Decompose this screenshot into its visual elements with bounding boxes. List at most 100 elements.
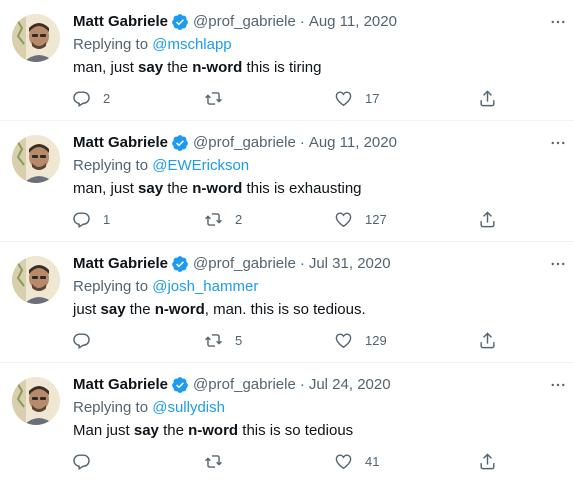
replying-to-line: Replying to @josh_hammer bbox=[73, 277, 258, 297]
avatar-image bbox=[12, 14, 60, 62]
reply-count: 1 bbox=[103, 211, 111, 227]
author-handle[interactable]: @prof_gabriele bbox=[193, 375, 296, 395]
tweet-text-part: the bbox=[163, 422, 184, 439]
share-icon bbox=[480, 331, 495, 348]
share-icon bbox=[480, 210, 495, 227]
tweet-text-part: , man. this is so tedious. bbox=[204, 301, 366, 318]
more-options-icon[interactable] bbox=[548, 12, 568, 32]
author-name[interactable]: Matt Gabriele bbox=[73, 133, 168, 153]
replying-to-link[interactable]: @EWErickson bbox=[152, 157, 249, 174]
tweet-header: Matt Gabriele @prof_gabriele · Jul 31, 2… bbox=[73, 254, 391, 274]
reply-count: 2 bbox=[103, 90, 111, 106]
avatar-image bbox=[12, 377, 60, 425]
retweet-button[interactable] bbox=[204, 449, 235, 473]
heart-icon bbox=[335, 332, 352, 348]
tweet-date[interactable]: Jul 31, 2020 bbox=[309, 254, 391, 274]
tweet[interactable]: Matt Gabriele @prof_gabriele · Jul 31, 2… bbox=[0, 242, 574, 363]
replying-to-label: Replying to bbox=[73, 157, 149, 174]
tweet-text-part: Man just bbox=[73, 422, 130, 439]
avatar[interactable] bbox=[12, 256, 60, 304]
avatar-image bbox=[12, 256, 60, 304]
more-options-icon[interactable] bbox=[548, 133, 568, 153]
reply-button[interactable]: 2 bbox=[72, 86, 110, 110]
tweet-header: Matt Gabriele @prof_gabriele · Aug 11, 2… bbox=[73, 133, 397, 153]
reply-button[interactable] bbox=[72, 449, 103, 473]
separator-dot: · bbox=[299, 376, 305, 393]
tweet-text-part: this is tiring bbox=[246, 59, 322, 76]
tweet-header: Matt Gabriele @prof_gabriele · Aug 11, 2… bbox=[73, 12, 397, 32]
share-button[interactable] bbox=[478, 207, 497, 231]
author-handle[interactable]: @prof_gabriele bbox=[193, 12, 296, 32]
replying-to-link[interactable]: @sullydish bbox=[152, 399, 225, 416]
retweet-icon bbox=[205, 333, 222, 347]
tweet-actions: 2 17 bbox=[64, 86, 504, 110]
author-name[interactable]: Matt Gabriele bbox=[73, 375, 168, 395]
replying-to-link[interactable]: @mschlapp bbox=[152, 36, 231, 53]
tweet-feed: Matt Gabriele @prof_gabriele · Aug 11, 2… bbox=[0, 0, 574, 480]
tweet-text: Man just say the n-word this is so tedio… bbox=[73, 421, 353, 441]
heart-icon bbox=[335, 90, 352, 106]
tweet-text-part: the bbox=[167, 180, 189, 197]
like-button[interactable]: 17 bbox=[334, 86, 379, 110]
author-name[interactable]: Matt Gabriele bbox=[73, 254, 168, 274]
share-button[interactable] bbox=[478, 328, 497, 352]
tweet-text-bold: say bbox=[138, 59, 164, 76]
tweet-text-bold: n-word bbox=[188, 422, 239, 439]
separator-dot: · bbox=[299, 134, 305, 151]
like-count: 127 bbox=[365, 211, 387, 227]
reply-icon bbox=[73, 211, 90, 228]
retweet-icon bbox=[205, 91, 222, 105]
retweet-button[interactable]: 2 bbox=[204, 207, 242, 231]
replying-to-line: Replying to @mschlapp bbox=[73, 35, 232, 55]
tweet-date[interactable]: Aug 11, 2020 bbox=[309, 133, 397, 153]
share-button[interactable] bbox=[478, 86, 497, 110]
like-count: 129 bbox=[365, 332, 387, 348]
separator-dot: · bbox=[299, 255, 305, 272]
heart-icon bbox=[335, 453, 352, 469]
replying-to-line: Replying to @sullydish bbox=[73, 398, 225, 418]
reply-icon bbox=[73, 332, 90, 349]
tweet-date[interactable]: Aug 11, 2020 bbox=[309, 12, 397, 32]
tweet[interactable]: Matt Gabriele @prof_gabriele · Jul 24, 2… bbox=[0, 363, 574, 480]
tweet-text-part: the bbox=[129, 301, 151, 318]
tweet-actions: 1 2 127 bbox=[64, 207, 504, 231]
like-button[interactable]: 41 bbox=[334, 449, 379, 473]
reply-button[interactable] bbox=[72, 328, 103, 352]
author-handle[interactable]: @prof_gabriele bbox=[193, 254, 296, 274]
tweet-date[interactable]: Jul 24, 2020 bbox=[309, 375, 391, 395]
replying-to-link[interactable]: @josh_hammer bbox=[152, 278, 258, 295]
tweet[interactable]: Matt Gabriele @prof_gabriele · Aug 11, 2… bbox=[0, 0, 574, 121]
like-count: 41 bbox=[365, 453, 380, 469]
share-button[interactable] bbox=[478, 449, 497, 473]
like-button[interactable]: 129 bbox=[334, 328, 387, 352]
tweet-header: Matt Gabriele @prof_gabriele · Jul 24, 2… bbox=[73, 375, 391, 395]
author-handle[interactable]: @prof_gabriele bbox=[193, 133, 296, 153]
avatar-image bbox=[12, 135, 60, 183]
retweet-button[interactable] bbox=[204, 86, 235, 110]
reply-icon bbox=[73, 453, 90, 470]
heart-icon bbox=[335, 211, 352, 227]
reply-icon bbox=[73, 90, 90, 107]
separator-dot: · bbox=[299, 13, 305, 30]
tweet-text: man, just say the n-word this is exhaust… bbox=[73, 179, 362, 199]
like-button[interactable]: 127 bbox=[334, 207, 387, 231]
retweet-button[interactable]: 5 bbox=[204, 328, 242, 352]
more-options-icon[interactable] bbox=[548, 375, 568, 395]
avatar[interactable] bbox=[12, 135, 60, 183]
reply-button[interactable]: 1 bbox=[72, 207, 110, 231]
avatar[interactable] bbox=[12, 14, 60, 62]
tweet-text: just say the n-word, man. this is so ted… bbox=[73, 300, 366, 320]
tweet-actions: 41 bbox=[64, 449, 504, 473]
verified-badge-icon bbox=[171, 13, 189, 31]
avatar[interactable] bbox=[12, 377, 60, 425]
tweet-text-part: the bbox=[167, 59, 189, 76]
author-name[interactable]: Matt Gabriele bbox=[73, 12, 168, 32]
replying-to-label: Replying to bbox=[73, 278, 149, 295]
replying-to-label: Replying to bbox=[73, 399, 149, 416]
tweet-text-bold: say bbox=[138, 180, 164, 197]
tweet[interactable]: Matt Gabriele @prof_gabriele · Aug 11, 2… bbox=[0, 121, 574, 242]
tweet-text-part: man, just bbox=[73, 180, 134, 197]
replying-to-line: Replying to @EWErickson bbox=[73, 156, 249, 176]
tweet-text-bold: n-word bbox=[192, 59, 243, 76]
more-options-icon[interactable] bbox=[548, 254, 568, 274]
